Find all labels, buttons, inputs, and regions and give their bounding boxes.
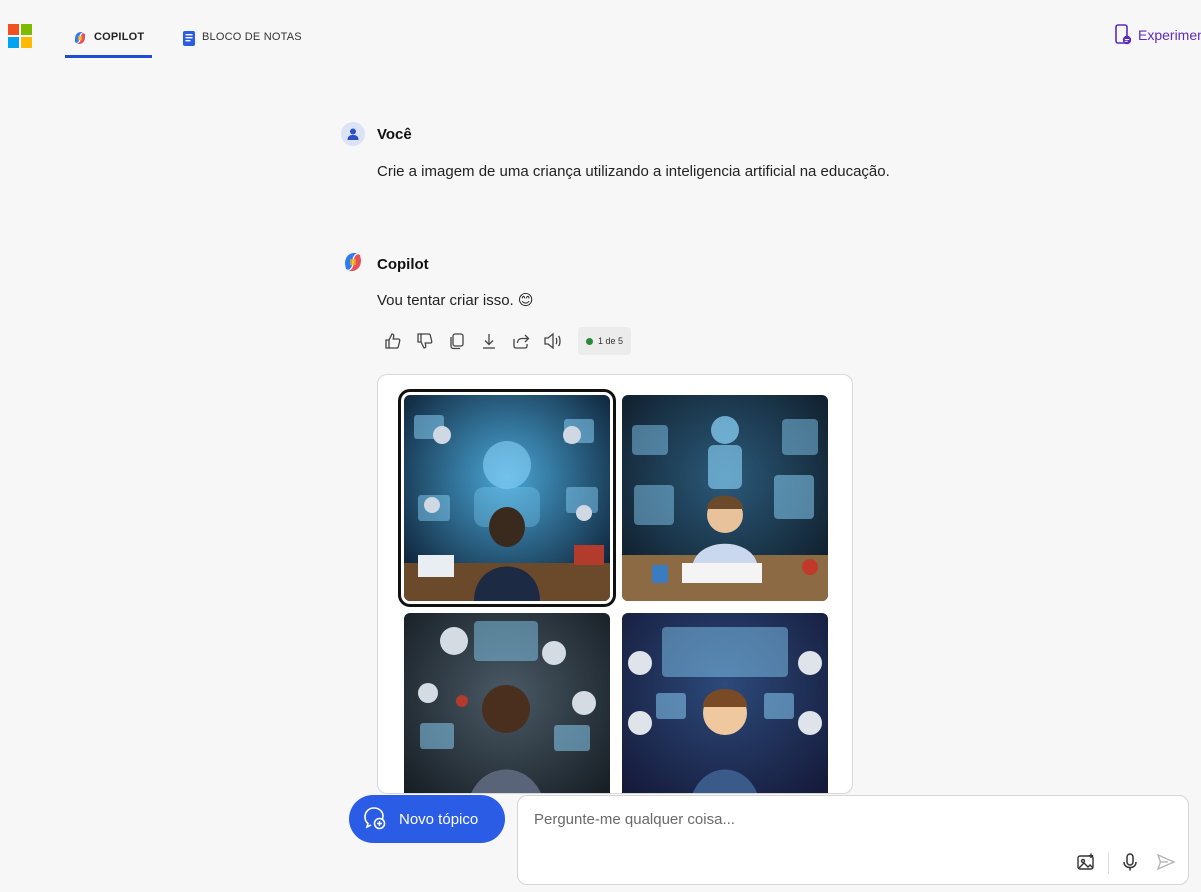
thumbs-down-icon[interactable]	[412, 327, 438, 355]
user-message-header: Você	[341, 122, 412, 146]
chat-input[interactable]	[532, 810, 1156, 829]
user-name: Você	[377, 125, 412, 143]
composer-divider	[1108, 852, 1109, 874]
image-counter-badge: 1 de 5	[578, 327, 632, 355]
generated-image-1[interactable]	[398, 389, 616, 607]
generated-images-card	[377, 374, 853, 794]
generated-image-2[interactable]	[622, 395, 828, 601]
response-toolbar: 1 de 5	[380, 327, 632, 355]
image-upload-icon[interactable]	[1074, 850, 1098, 874]
tab-copilot[interactable]: COPILOT	[65, 22, 152, 58]
thumbs-up-icon[interactable]	[380, 327, 406, 355]
tab-copilot-label: COPILOT	[94, 31, 145, 43]
copilot-avatar-icon	[341, 250, 365, 278]
speaker-icon[interactable]	[540, 327, 566, 355]
tab-notebook-label: BLOCO DE NOTAS	[202, 31, 302, 43]
status-dot-icon	[586, 337, 593, 345]
chat-composer	[517, 795, 1189, 885]
assistant-name: Copilot	[377, 255, 429, 273]
experiment-button[interactable]: Experimen	[1114, 24, 1201, 49]
generated-image-4[interactable]	[622, 613, 828, 793]
download-icon[interactable]	[476, 327, 502, 355]
generated-image-3[interactable]	[404, 613, 610, 793]
user-avatar	[341, 122, 365, 146]
send-icon[interactable]	[1154, 850, 1178, 874]
experiment-label: Experimen	[1138, 27, 1201, 43]
tab-notebook[interactable]: BLOCO DE NOTAS	[182, 22, 302, 58]
assistant-message-text: Vou tentar criar isso. 😊	[377, 292, 534, 309]
top-bar: COPILOT BLOCO DE NOTAS Experimen	[0, 0, 1201, 70]
new-topic-label: Novo tópico	[399, 810, 479, 828]
share-icon[interactable]	[508, 327, 534, 355]
new-chat-icon	[361, 804, 387, 834]
copy-icon[interactable]	[444, 327, 470, 355]
new-topic-button[interactable]: Novo tópico	[349, 795, 505, 843]
copilot-icon	[72, 30, 88, 49]
image-counter-label: 1 de 5	[598, 336, 624, 346]
user-message-text: Crie a imagem de uma criança utilizando …	[377, 163, 890, 180]
assistant-message-header: Copilot	[341, 250, 429, 278]
microphone-icon[interactable]	[1118, 850, 1142, 874]
notebook-icon	[182, 30, 196, 50]
person-icon	[347, 128, 359, 140]
microsoft-logo[interactable]	[8, 24, 32, 48]
phone-chat-icon	[1114, 24, 1132, 49]
